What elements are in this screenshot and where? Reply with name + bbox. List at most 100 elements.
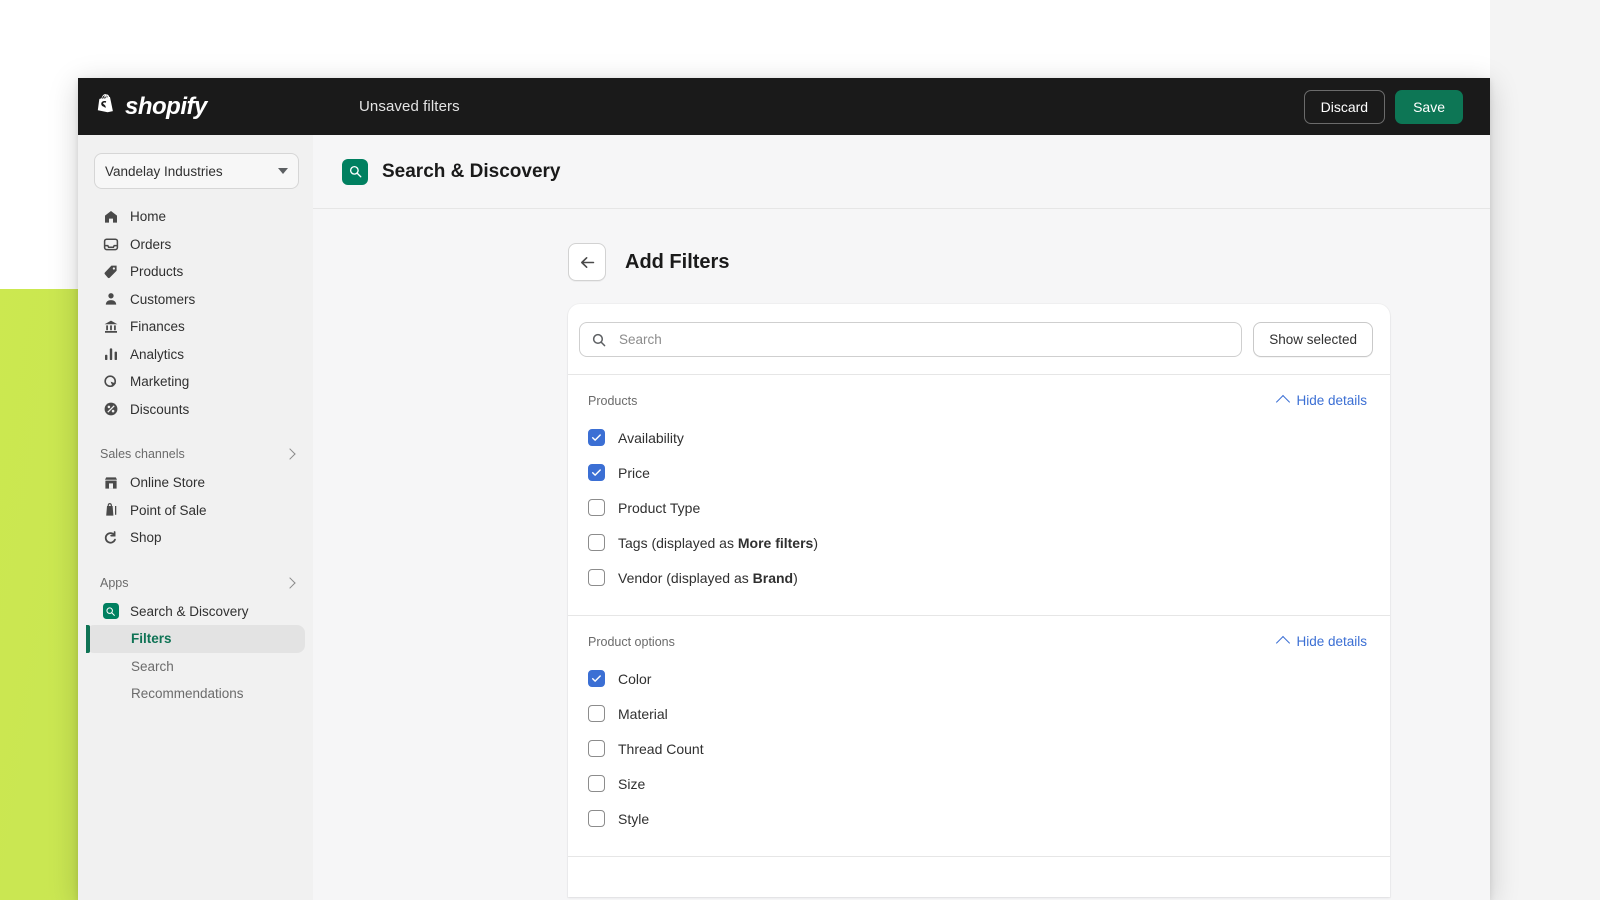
checkbox-label: Vendor (displayed as Brand)	[618, 570, 798, 586]
sidebar-item-orders[interactable]: Orders	[86, 231, 305, 259]
back-button[interactable]	[568, 243, 606, 281]
sidebar-item-shop[interactable]: Shop	[86, 524, 305, 552]
show-selected-button[interactable]: Show selected	[1253, 322, 1373, 357]
desktop-right-area	[1490, 0, 1600, 900]
sidebar-subitem-label: Recommendations	[131, 686, 244, 701]
shopify-bag-icon	[95, 94, 118, 120]
sales-channels-nav: Online Store Point of Sale Shop	[78, 469, 313, 552]
checkbox[interactable]	[588, 499, 605, 516]
sales-channels-section-header[interactable]: Sales channels	[78, 443, 313, 465]
hide-details-toggle[interactable]: Hide details	[1278, 393, 1367, 408]
apps-section-header[interactable]: Apps	[78, 572, 313, 594]
checkbox[interactable]	[588, 569, 605, 586]
chevron-up-icon	[1276, 636, 1290, 650]
checkbox-label: Color	[618, 671, 651, 687]
checkbox-row-thread-count[interactable]: Thread Count	[578, 731, 1373, 766]
sidebar-item-label: Shop	[130, 530, 162, 545]
sidebar-item-point-of-sale[interactable]: Point of Sale	[86, 497, 305, 525]
checkbox[interactable]	[588, 810, 605, 827]
shopify-logo[interactable]: shopify	[95, 93, 335, 121]
sidebar-subitem-recommendations[interactable]: Recommendations	[86, 680, 305, 708]
page-title: Search & Discovery	[382, 161, 561, 183]
sidebar-item-label: Finances	[130, 319, 185, 334]
chevron-right-icon	[284, 577, 295, 588]
checkbox[interactable]	[588, 429, 605, 446]
products-icon	[102, 263, 119, 280]
checkbox-label: Material	[618, 706, 668, 722]
sidebar-subitem-label: Filters	[131, 631, 172, 646]
store-switcher[interactable]: Vandelay Industries	[94, 153, 299, 189]
desktop-background: shopify Unsaved filters Discard Save Van…	[0, 0, 1600, 900]
arrow-left-icon	[579, 254, 596, 271]
apps-label: Apps	[100, 576, 286, 590]
chevron-down-icon	[278, 168, 288, 174]
sidebar-item-label: Point of Sale	[130, 503, 207, 518]
sidebar-item-marketing[interactable]: Marketing	[86, 368, 305, 396]
primary-nav: Home Orders Products	[78, 203, 313, 423]
sidebar-item-analytics[interactable]: Analytics	[86, 341, 305, 369]
search-row: Show selected	[568, 304, 1390, 374]
content-scroll-area: Add Filters Show selected	[313, 209, 1490, 897]
section-header: Products Hide details	[578, 393, 1373, 408]
pos-icon	[102, 502, 119, 519]
sidebar-item-products[interactable]: Products	[86, 258, 305, 286]
search-field[interactable]	[579, 322, 1242, 357]
sidebar-item-search-and-discovery[interactable]: Search & Discovery	[86, 598, 305, 626]
sidebar-item-finances[interactable]: Finances	[86, 313, 305, 341]
hide-details-label: Hide details	[1296, 393, 1367, 408]
checkbox[interactable]	[588, 775, 605, 792]
sidebar-subitem-filters[interactable]: Filters	[86, 625, 305, 653]
checkbox-label: Product Type	[618, 500, 700, 516]
subheader: Add Filters	[568, 243, 1490, 281]
main-content: Search & Discovery Add Filters	[313, 135, 1490, 900]
checkbox-label: Style	[618, 811, 649, 827]
hide-details-toggle[interactable]: Hide details	[1278, 634, 1367, 649]
checkbox-row-color[interactable]: Color	[578, 661, 1373, 696]
section-title: Product options	[588, 635, 1278, 649]
sidebar-item-label: Analytics	[130, 347, 184, 362]
checkbox[interactable]	[588, 670, 605, 687]
checkbox[interactable]	[588, 534, 605, 551]
topbar-actions: Discard Save	[1304, 90, 1463, 124]
sidebar-item-label: Home	[130, 209, 166, 224]
sidebar-item-discounts[interactable]: Discounts	[86, 396, 305, 424]
search-input[interactable]	[617, 331, 1230, 348]
checkbox-row-style[interactable]: Style	[578, 801, 1373, 836]
sidebar-subitem-search[interactable]: Search	[86, 653, 305, 681]
sidebar-item-label: Search & Discovery	[130, 604, 249, 619]
checkbox-row-tags[interactable]: Tags (displayed as More filters)	[578, 525, 1373, 560]
checkbox-label: Availability	[618, 430, 684, 446]
checkbox-label: Tags (displayed as More filters)	[618, 535, 818, 551]
sidebar-item-online-store[interactable]: Online Store	[86, 469, 305, 497]
save-button[interactable]: Save	[1395, 90, 1463, 124]
discard-button[interactable]: Discard	[1304, 90, 1385, 124]
marketing-icon	[102, 373, 119, 390]
filter-section-product-options: Product options Hide details Color	[568, 615, 1390, 856]
shopify-wordmark: shopify	[125, 93, 207, 121]
checkbox-label: Price	[618, 465, 650, 481]
add-filters-card: Show selected Products Hide details	[568, 304, 1390, 897]
checkbox-row-material[interactable]: Material	[578, 696, 1373, 731]
checkbox-row-vendor[interactable]: Vendor (displayed as Brand)	[578, 560, 1373, 595]
checkbox-row-product-type[interactable]: Product Type	[578, 490, 1373, 525]
sidebar-item-label: Products	[130, 264, 183, 279]
sidebar: Vandelay Industries Home Orders	[78, 135, 314, 900]
checkbox-row-availability[interactable]: Availability	[578, 420, 1373, 455]
home-icon	[102, 208, 119, 225]
checkbox-row-size[interactable]: Size	[578, 766, 1373, 801]
checkbox-label: Thread Count	[618, 741, 704, 757]
section-header: Product options Hide details	[578, 634, 1373, 649]
sidebar-item-label: Orders	[130, 237, 171, 252]
checkbox[interactable]	[588, 705, 605, 722]
sales-channels-label: Sales channels	[100, 447, 286, 461]
checkbox-row-price[interactable]: Price	[578, 455, 1373, 490]
store-name-label: Vandelay Industries	[105, 164, 278, 179]
checkbox[interactable]	[588, 464, 605, 481]
sidebar-item-home[interactable]: Home	[86, 203, 305, 231]
shopify-admin-window: shopify Unsaved filters Discard Save Van…	[78, 78, 1490, 900]
checkbox[interactable]	[588, 740, 605, 757]
discounts-icon	[102, 401, 119, 418]
sidebar-item-customers[interactable]: Customers	[86, 286, 305, 314]
chevron-right-icon	[284, 448, 295, 459]
top-bar: shopify Unsaved filters Discard Save	[78, 78, 1490, 135]
